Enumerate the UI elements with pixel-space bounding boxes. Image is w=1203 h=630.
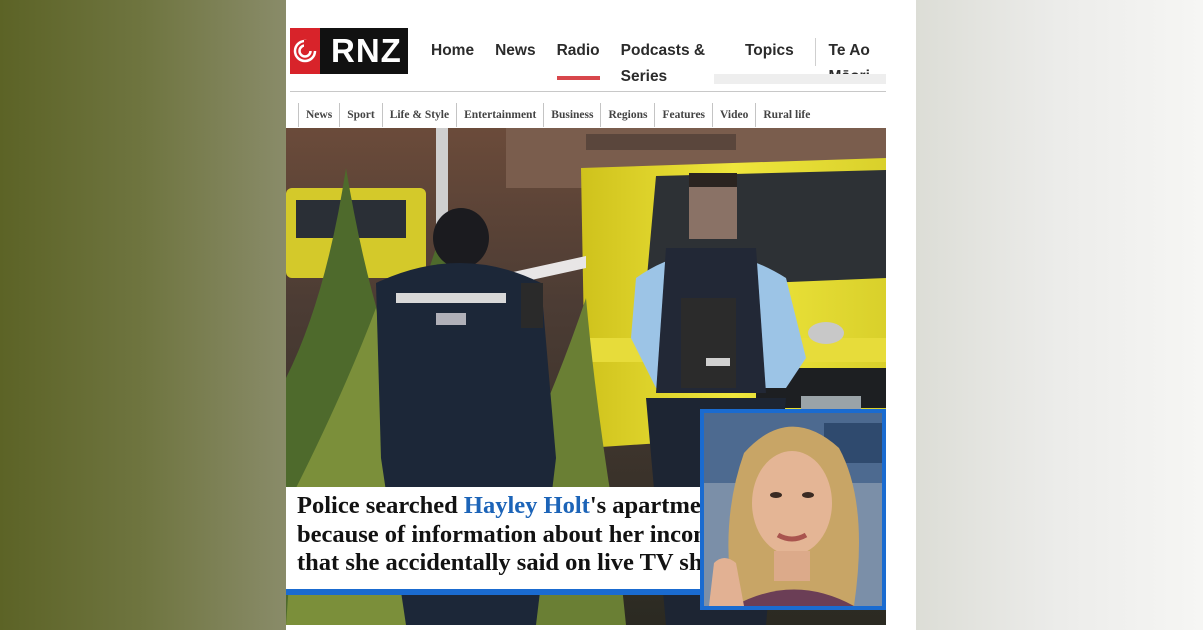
main-nav: Home News Radio Podcasts & Series Topics…: [431, 38, 916, 85]
section-tab-regions[interactable]: Regions: [600, 103, 654, 127]
section-nav: News Sport Life & Style Entertainment Bu…: [298, 103, 817, 127]
headline-name-highlight: Hayley Holt: [463, 492, 590, 519]
headline: Police searched Hayley Holt's apartment …: [297, 492, 733, 578]
site-header: RNZ Home News Radio Podcasts & Series To…: [286, 0, 916, 92]
nav-divider: [814, 38, 816, 66]
section-tab-business[interactable]: Business: [543, 103, 600, 127]
logo-text: RNZ: [331, 32, 402, 69]
news-page: RNZ Home News Radio Podcasts & Series To…: [286, 0, 916, 630]
nav-topics[interactable]: Topics: [745, 38, 794, 78]
nav-te-ao-maori[interactable]: Te Ao Māori: [829, 38, 895, 85]
section-tab-rural-life[interactable]: Rural life: [755, 103, 817, 127]
section-tab-life-style[interactable]: Life & Style: [381, 103, 456, 127]
presenter-inset-photo[interactable]: [700, 409, 886, 610]
rnz-logo[interactable]: RNZ: [290, 28, 408, 74]
header-divider: [290, 82, 886, 92]
headline-underline: [286, 589, 704, 595]
section-tab-features[interactable]: Features: [654, 103, 712, 127]
section-tab-sport[interactable]: Sport: [339, 103, 381, 127]
section-tab-entertainment[interactable]: Entertainment: [456, 103, 543, 127]
nav-radio[interactable]: Radio: [556, 38, 600, 80]
nav-home[interactable]: Home: [431, 38, 474, 78]
section-tab-video[interactable]: Video: [712, 103, 755, 127]
headline-line-3: that she accidentally said on live TV sh…: [297, 549, 733, 576]
headline-line-2: because of information about her income: [297, 520, 725, 548]
nav-news[interactable]: News: [495, 38, 536, 78]
nav-podcasts-series[interactable]: Podcasts & Series: [621, 38, 724, 85]
section-tab-news[interactable]: News: [298, 103, 339, 127]
page-bottom-edge: [286, 625, 916, 630]
rnz-logo-mark-icon: [290, 28, 320, 74]
headline-line-1: Police searched Hayley Holt's apartment: [297, 492, 723, 519]
